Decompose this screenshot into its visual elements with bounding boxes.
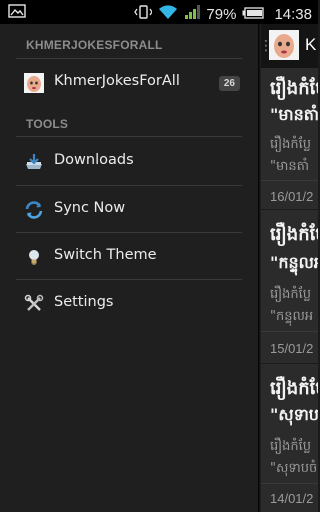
vibrate-icon (134, 3, 154, 25)
gallery-notification-icon (8, 4, 26, 22)
signal-icon (184, 4, 201, 24)
clock: 14:38 (274, 5, 312, 23)
divider (261, 483, 318, 484)
menu-item-downloads[interactable]: Downloads (0, 139, 258, 185)
divider (16, 136, 242, 137)
item-date: 15/01/2 (270, 341, 314, 356)
section-header-tools: TOOLS (26, 117, 69, 131)
action-bar: ⋮ K (261, 24, 318, 68)
feed-avatar-icon (24, 73, 44, 93)
item-title: រឿងកំប៉ែ (270, 224, 318, 245)
divider (16, 58, 242, 59)
item-date: 16/01/2 (270, 189, 314, 204)
navigation-drawer: KHMERJOKESFORALL KhmerJokesForAll 26 TOO… (0, 24, 258, 512)
divider (261, 180, 318, 181)
item-title-line2: "សុទាប (270, 405, 318, 424)
status-bar: 79% 14:38 (0, 0, 318, 24)
list-item[interactable]: រឿងកំប៉ែ "កន្ទុលអ រឿងកំប្លែ "កន្ទុលអ 15/… (261, 210, 318, 364)
item-title-line2: "មានតាំ (270, 105, 318, 124)
wifi-icon (158, 4, 178, 24)
item-date: 14/01/2 (270, 491, 314, 506)
download-icon (24, 152, 44, 172)
item-title: រឿងកំប៉ែ (270, 78, 318, 99)
menu-item-switch-theme[interactable]: Switch Theme (0, 234, 258, 280)
sync-icon (24, 200, 44, 220)
content-panel: ⋮ K រឿងកំប៉ែ "មានតាំ រឿងកំប្លែ "មានតាំ 1… (261, 24, 318, 512)
menu-item-label: Sync Now (54, 200, 126, 216)
section-header-feeds: KHMERJOKESFORALL (26, 38, 163, 52)
menu-item-settings[interactable]: Settings (0, 281, 258, 327)
battery-icon (242, 6, 265, 23)
list-item[interactable]: រឿងកំប៉ែ "មានតាំ រឿងកំប្លែ "មានតាំ 16/01… (261, 68, 318, 210)
settings-icon (24, 294, 44, 314)
item-snippet-line2: "សុទាបចំ (270, 461, 318, 476)
divider (16, 232, 242, 233)
item-title: រឿងកំប៉ែ (270, 378, 318, 399)
divider (261, 331, 318, 332)
battery-percent: 79% (206, 5, 237, 23)
item-snippet: រឿងកំប្លែ (270, 137, 312, 152)
menu-item-label: Settings (54, 294, 114, 310)
unread-count-badge: 26 (218, 76, 240, 91)
divider (16, 185, 242, 186)
menu-item-sync-now[interactable]: Sync Now (0, 187, 258, 233)
feed-item-khmerjokesforall[interactable]: KhmerJokesForAll 26 (0, 60, 258, 106)
item-snippet-line2: "មានតាំ (270, 159, 309, 174)
item-snippet: រឿងកំប្លែ (270, 439, 312, 454)
menu-item-label: Switch Theme (54, 247, 157, 263)
feed-label: KhmerJokesForAll (54, 73, 180, 89)
action-bar-title: K (305, 35, 317, 54)
list-item[interactable]: រឿងកំប៉ែ "សុទាប រឿងកំប្លែ "សុទាបចំ 14/01… (261, 364, 318, 512)
app-logo-icon[interactable] (269, 30, 299, 60)
menu-item-label: Downloads (54, 152, 134, 168)
item-snippet: រឿងកំប្លែ (270, 287, 312, 302)
lightbulb-icon (24, 247, 44, 267)
item-title-line2: "កន្ទុលអ (270, 253, 318, 272)
item-snippet-line2: "កន្ទុលអ (270, 309, 314, 324)
divider (16, 279, 242, 280)
